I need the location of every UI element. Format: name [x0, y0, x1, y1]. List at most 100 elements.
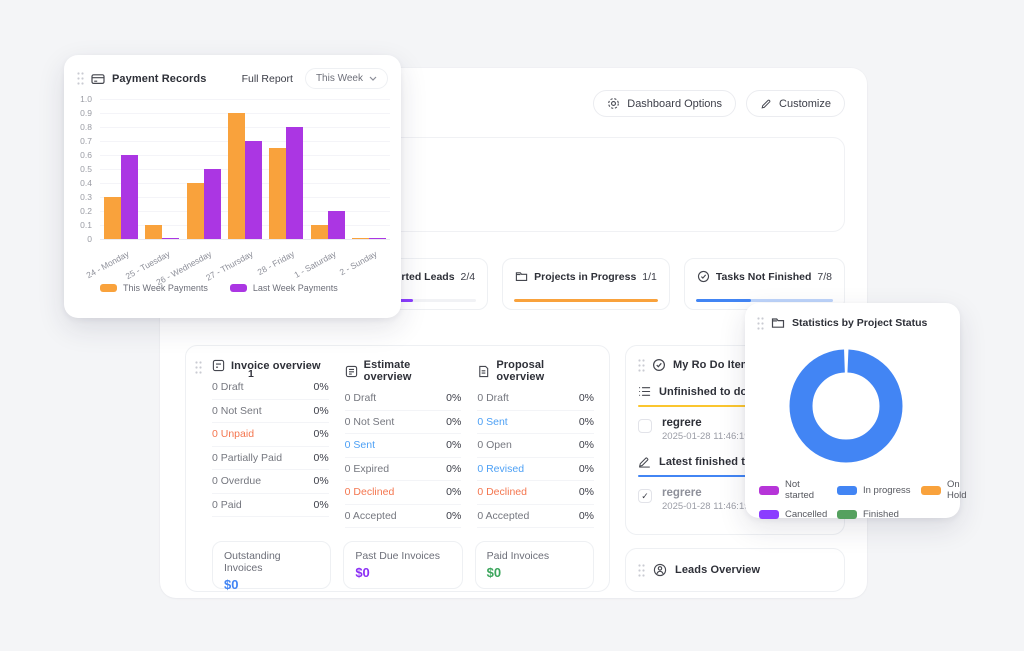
legend-item: Cancelled [759, 509, 831, 520]
bar-group [224, 113, 265, 239]
drag-handle-icon[interactable] [77, 72, 84, 85]
overview-column-title: Proposal overview [496, 359, 594, 383]
overview-row-value: 0% [313, 452, 328, 464]
overview-row-label: 0 Paid [212, 499, 242, 511]
bar-this-week [352, 238, 369, 239]
legend-swatch [921, 486, 941, 495]
dashboard-options-button[interactable]: Dashboard Options [593, 90, 736, 117]
legend-item: On Hold [921, 479, 967, 501]
full-report-link[interactable]: Full Report [242, 73, 293, 85]
todo-section-title: Unfinished to do's [659, 386, 756, 398]
overview-row-label: 0 Partially Paid [212, 452, 282, 464]
legend-label: Not started [785, 479, 831, 501]
legend-item: This Week Payments [100, 283, 208, 293]
overview-row-label: 0 Not Sent [345, 416, 395, 428]
drag-handle-icon[interactable] [757, 317, 764, 330]
overview-row-label: 0 Sent [345, 439, 375, 451]
overview-row: 0 Partially Paid 0% [212, 447, 329, 471]
range-selector[interactable]: This Week [305, 68, 388, 89]
folder-icon [771, 316, 785, 330]
y-tick-label: 0.3 [80, 192, 92, 202]
payment-card-title: Payment Records [112, 73, 206, 85]
overview-row-label: 0 Accepted [477, 510, 529, 522]
overview-row-label: 0 Accepted [345, 510, 397, 522]
todo-checkbox[interactable]: ✓ [638, 489, 652, 503]
overview-row-value: 0% [446, 439, 461, 451]
stat-progress-bar [514, 299, 658, 302]
overview-row: 0 Accepted0% [345, 505, 462, 529]
invoice-icon [212, 359, 225, 372]
overview-row: 0 Declined0% [477, 481, 594, 505]
overview-row-value: 0% [446, 392, 461, 404]
legend-label: In progress [863, 485, 911, 496]
project-status-legend: Not startedIn progressOn HoldCancelledFi… [759, 479, 967, 520]
overview-column: Invoice overview0 Draft0%0 Not Sent0%0 U… [212, 359, 329, 528]
gear-icon [607, 97, 620, 110]
overview-row-label: 0 Draft [477, 392, 509, 404]
credit-card-icon [91, 72, 105, 86]
summary-label: Past Due Invoices [355, 550, 450, 562]
overview-row: 0 Declined0% [345, 481, 462, 505]
overview-row-label: 0 Declined [477, 486, 527, 498]
overview-row-label: 0 Declined [345, 486, 395, 498]
list-icon [638, 385, 651, 398]
bar-last-week [204, 169, 221, 239]
chevron-down-icon [369, 76, 377, 81]
overview-columns: Invoice overview 0 Draft 0% 0 Not Sent 0% 0 U… [212, 359, 594, 528]
y-tick-label: 1.0 [80, 94, 92, 104]
y-tick-label: 0.8 [80, 122, 92, 132]
bar-this-week [187, 183, 204, 239]
overview-row: 0 Accepted 0% [477, 505, 594, 529]
drag-handle-icon[interactable] [195, 361, 202, 374]
y-tick-label: 0.1 [80, 220, 92, 230]
legend-label: Cancelled [785, 509, 827, 520]
y-tick-label: 0 [87, 234, 92, 244]
overview-row-label: 0 Draft [212, 381, 244, 393]
bar-group [349, 238, 390, 239]
bar-last-week [328, 211, 345, 239]
stat-card-label: Tasks Not Finished [716, 271, 812, 283]
stat-card[interactable]: Projects in Progress 1/1 [502, 258, 670, 310]
customize-button[interactable]: Customize [746, 90, 845, 117]
todo-checkbox[interactable] [638, 419, 652, 433]
overview-column-title: Estimate overview [364, 359, 462, 383]
legend-swatch [759, 486, 779, 495]
x-tick-label: 28 - Friday [256, 249, 296, 277]
legend-swatch [230, 284, 247, 292]
stat-card-label: Projects in Progress [534, 271, 636, 283]
pencil-icon [760, 98, 772, 110]
overview-row-label: 0 Unpaid [212, 428, 254, 440]
bar-group [183, 169, 224, 239]
legend-item: In progress [837, 479, 915, 501]
dashboard-screen: Dashboard Options Customize Converted Le… [0, 0, 1024, 651]
legend-swatch [837, 486, 857, 495]
drag-handle-icon[interactable] [638, 564, 645, 577]
legend-item: Last Week Payments [230, 283, 338, 293]
summary-box: Paid Invoices$0 [475, 541, 594, 589]
overview-row-value: 0% [313, 405, 328, 417]
overview-column-header: Invoice overview [212, 359, 329, 372]
summary-value: $0 [224, 577, 319, 592]
overview-row-label: 0 Overdue [212, 475, 261, 487]
person-icon [653, 563, 667, 577]
summary-box: Past Due Invoices$0 [343, 541, 462, 589]
overview-column-title: Invoice overview [231, 360, 321, 372]
proposal-icon [477, 365, 490, 378]
project-status-card: Statistics by Project Status Not started… [745, 303, 960, 518]
dashboard-options-label: Dashboard Options [627, 98, 722, 110]
drag-handle-icon[interactable] [638, 359, 645, 372]
overview-row-label: 0 Revised [477, 463, 524, 475]
overview-row-label: 0 Open [477, 439, 511, 451]
bar-last-week [162, 238, 179, 239]
overview-column-header: Proposal overview [477, 359, 594, 383]
folder-icon [515, 270, 528, 283]
stat-card-value: 1/1 [642, 271, 657, 283]
bar-group [266, 127, 307, 239]
overview-row-value: 0% [579, 510, 594, 522]
todo-item-name: regrere [662, 487, 750, 499]
bar-this-week [228, 113, 245, 239]
bar-last-week [245, 141, 262, 239]
header-actions: Dashboard Options Customize [593, 90, 845, 117]
bar-last-week [121, 155, 138, 239]
check-circle-icon [652, 358, 666, 372]
